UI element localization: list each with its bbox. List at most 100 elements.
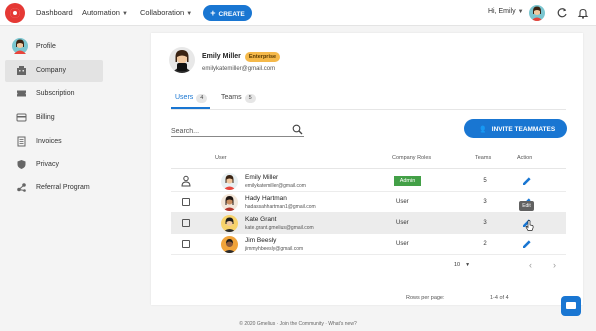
nav-dashboard-label: Dashboard: [36, 8, 73, 17]
user-name: Jim Beesly: [245, 237, 277, 244]
user-name: Hady Hartman: [245, 195, 287, 202]
chevron-down-icon: ▼: [517, 9, 524, 15]
avatar: [221, 236, 238, 253]
chevron-down-icon: ▼: [465, 262, 471, 268]
sidebar: Profile Company Subscription Billing Inv…: [0, 27, 110, 331]
people-icon: 👥: [475, 124, 486, 133]
user-teams-count: 5: [483, 178, 487, 184]
row-checkbox[interactable]: [182, 198, 190, 206]
greeting-label: Hi, Emily: [488, 8, 516, 15]
sidebar-item-label: Invoices: [36, 138, 62, 145]
search-icon[interactable]: [292, 124, 303, 135]
gmelius-logo[interactable]: [5, 3, 25, 23]
user-role[interactable]: User: [396, 199, 409, 205]
user-name: Kate Grant: [245, 216, 277, 223]
sidebar-item-label: Privacy: [36, 161, 59, 168]
sidebar-item-billing[interactable]: Billing: [5, 107, 103, 129]
column-header-teams: Teams: [475, 155, 492, 161]
avatar: [12, 38, 28, 54]
nav-automation-label: Automation: [82, 8, 120, 17]
building-icon: [16, 65, 27, 76]
hand-cursor-icon: [525, 220, 534, 231]
sidebar-item-privacy[interactable]: Privacy: [5, 154, 103, 176]
tab-users[interactable]: Users 4: [175, 94, 208, 103]
person-icon: [181, 175, 191, 187]
user-email: kate.grant.gmelius@gmail.com: [245, 225, 314, 231]
create-button[interactable]: + CREATE: [203, 5, 252, 21]
chevron-down-icon: ▼: [121, 11, 128, 17]
column-header-user: User: [215, 155, 227, 161]
profile-name: Emily Miller: [202, 53, 241, 60]
rows-per-page-select[interactable]: 10 ▼: [454, 262, 470, 268]
table-row: Jim Beesly jimmyhbeesly@gmail.com User 2: [171, 234, 566, 255]
sidebar-item-label: Subscription: [36, 90, 75, 97]
plus-icon: +: [210, 8, 216, 18]
tab-users-label: Users: [175, 94, 194, 101]
column-header-action: Action: [517, 155, 533, 161]
create-button-label: CREATE: [218, 11, 245, 18]
rows-per-page-label: Rows per page:: [406, 295, 445, 301]
user-teams-count: 3: [483, 220, 487, 226]
user-menu[interactable]: Hi, Emily ▼: [488, 8, 524, 15]
avatar: [221, 194, 238, 211]
tab-teams-count: 5: [244, 94, 256, 103]
sidebar-item-subscription[interactable]: Subscription: [5, 83, 103, 105]
edit-icon[interactable]: [522, 239, 532, 249]
user-email: jimmyhbeesly@gmail.com: [245, 246, 304, 252]
pagination-range: 1-4 of 4: [490, 295, 509, 301]
nav-collaboration[interactable]: Collaboration ▼: [140, 8, 192, 17]
chevron-right-icon[interactable]: ›: [553, 260, 556, 270]
nav-dashboard[interactable]: Dashboard: [36, 8, 73, 17]
user-email: hadassahhartman1@gmail.com: [245, 204, 316, 210]
nav-automation[interactable]: Automation ▼: [82, 8, 128, 17]
invite-teammates-label: INVITE TEAMMATES: [491, 126, 556, 133]
user-role[interactable]: User: [396, 220, 409, 226]
footer: © 2020 Gmelius · Join the Community · Wh…: [239, 321, 357, 327]
sidebar-item-invoices[interactable]: Invoices: [5, 131, 103, 153]
credit-card-icon: [16, 112, 27, 123]
refresh-icon[interactable]: [556, 7, 568, 19]
user-teams-count: 2: [483, 241, 487, 247]
chat-button[interactable]: [561, 296, 581, 316]
shield-icon: [16, 159, 27, 170]
sidebar-item-label: Billing: [36, 114, 55, 121]
user-teams-count: 3: [483, 199, 487, 205]
sidebar-item-label: Profile: [36, 43, 56, 50]
receipt-icon: [16, 136, 27, 147]
nav-collaboration-label: Collaboration: [140, 8, 185, 17]
top-bar: Dashboard Automation ▼ Collaboration ▼ + CR…: [0, 0, 596, 26]
table-row: Emily Miller emilykatemiller@gmail.com A…: [171, 171, 566, 192]
edit-icon[interactable]: [522, 176, 532, 186]
header-avatar[interactable]: [529, 5, 545, 21]
user-role[interactable]: User: [396, 241, 409, 247]
profile-email: emilykatemiller@gmail.com: [202, 66, 276, 72]
sidebar-item-label: Referral Program: [36, 184, 90, 191]
ticket-icon: [16, 88, 27, 99]
share-icon: [16, 182, 27, 193]
table-row: Hady Hartman hadassahhartman1@gmail.com …: [171, 192, 566, 213]
tab-users-count: 4: [196, 94, 208, 103]
avatar: [221, 173, 238, 190]
sidebar-item-profile[interactable]: Profile: [5, 36, 103, 58]
bell-icon[interactable]: [577, 7, 589, 19]
user-email: emilykatemiller@gmail.com: [245, 183, 306, 189]
chevron-down-icon: ▼: [186, 11, 193, 17]
profile-avatar[interactable]: [169, 47, 195, 73]
column-header-roles: Company Roles: [392, 155, 432, 161]
search-input[interactable]: [171, 126, 304, 137]
row-checkbox[interactable]: [182, 219, 190, 227]
tab-teams[interactable]: Teams 5: [221, 94, 256, 103]
sidebar-item-company[interactable]: Company: [5, 60, 103, 82]
sidebar-item-referral[interactable]: Referral Program: [5, 177, 103, 199]
tab-teams-label: Teams: [221, 94, 242, 101]
sidebar-item-label: Company: [36, 67, 66, 74]
row-checkbox[interactable]: [182, 240, 190, 248]
invite-teammates-button[interactable]: 👥 INVITE TEAMMATES: [464, 119, 567, 138]
role-badge-admin[interactable]: Admin: [394, 176, 421, 186]
plan-badge: Enterprise: [245, 52, 280, 62]
chevron-left-icon[interactable]: ‹: [529, 260, 532, 270]
rows-per-page-value: 10: [454, 262, 461, 268]
camera-icon[interactable]: [177, 63, 187, 71]
tabs-divider: [171, 109, 566, 110]
table-header-divider: [171, 168, 566, 169]
